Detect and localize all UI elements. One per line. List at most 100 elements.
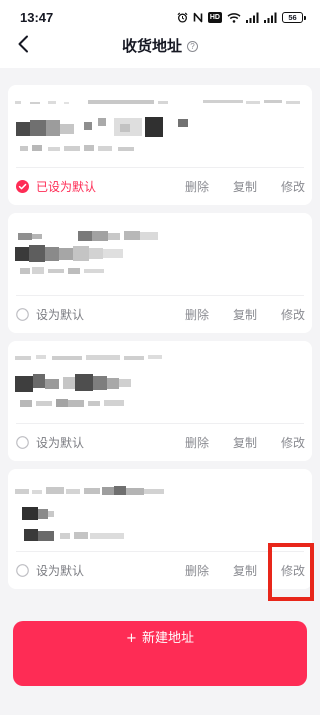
default-label: 已设为默认 (36, 179, 97, 194)
redacted-address (8, 213, 312, 293)
redacted-pixel (78, 231, 92, 241)
redacted-pixel (15, 489, 29, 494)
title-group: 收货地址 ? (0, 36, 320, 56)
copy-button[interactable]: 复制 (233, 180, 257, 194)
edit-button[interactable]: 修改 (281, 308, 305, 322)
redacted-pixel (124, 356, 144, 360)
redacted-pixel (75, 374, 93, 391)
redacted-pixel (46, 487, 64, 494)
redacted-pixel (24, 529, 38, 541)
delete-button[interactable]: 删除 (185, 436, 209, 450)
redacted-address (8, 85, 312, 165)
checked-circle-icon (16, 180, 29, 193)
copy-button[interactable]: 复制 (233, 564, 257, 578)
redacted-pixel (32, 267, 44, 274)
delete-button[interactable]: 删除 (185, 180, 209, 194)
redacted-pixel (118, 147, 134, 151)
redacted-pixel (56, 399, 68, 407)
address-card[interactable]: 设为默认 删除 复制 修改 (8, 213, 312, 333)
redacted-pixel (74, 532, 88, 539)
redacted-pixel (98, 146, 112, 151)
set-default-toggle[interactable]: 已设为默认 (16, 168, 96, 205)
redacted-pixel (108, 233, 120, 240)
redacted-pixel (15, 356, 31, 360)
redacted-pixel (22, 507, 38, 520)
redacted-pixel (84, 122, 92, 130)
address-card[interactable]: 已设为默认 删除 复制 修改 (8, 85, 312, 205)
address-card[interactable]: 设为默认 删除 复制 修改 (8, 469, 312, 589)
redacted-pixel (32, 145, 42, 151)
redacted-pixel (119, 379, 131, 387)
nfc-icon (193, 12, 203, 23)
redacted-pixel (60, 124, 74, 134)
redacted-pixel (89, 248, 103, 259)
delete-button[interactable]: 删除 (185, 564, 209, 578)
redacted-pixel (20, 268, 30, 274)
redacted-pixel (33, 374, 45, 388)
default-label: 设为默认 (36, 307, 85, 322)
redacted-pixel (88, 100, 154, 104)
alarm-icon (177, 12, 188, 23)
redacted-pixel (124, 231, 140, 240)
redacted-pixel (38, 531, 54, 541)
default-label: 设为默认 (36, 563, 85, 578)
redacted-pixel (48, 147, 60, 151)
redacted-pixel (52, 356, 82, 360)
set-default-toggle[interactable]: 设为默认 (16, 552, 84, 589)
card-actions: 删除 复制 修改 (185, 424, 305, 461)
redacted-pixel (46, 120, 60, 136)
edit-button[interactable]: 修改 (281, 436, 305, 450)
nav-header: 收货地址 ? (0, 34, 320, 68)
set-default-toggle[interactable]: 设为默认 (16, 424, 84, 461)
card-actions: 删除 复制 修改 (185, 296, 305, 333)
redacted-pixel (18, 233, 32, 240)
redacted-pixel (29, 245, 45, 262)
redacted-pixel (30, 102, 40, 104)
redacted-pixel (48, 101, 56, 104)
redacted-pixel (120, 124, 130, 132)
redacted-pixel (64, 146, 80, 151)
hd-icon: HD (207, 12, 222, 23)
redacted-pixel (103, 249, 123, 258)
card-footer: 已设为默认 删除 复制 修改 (8, 168, 312, 205)
redacted-pixel (36, 401, 52, 406)
redacted-pixel (64, 102, 69, 104)
redacted-pixel (48, 511, 54, 517)
address-card[interactable]: 设为默认 删除 复制 修改 (8, 341, 312, 461)
redacted-pixel (63, 377, 75, 389)
radio-unchecked-icon (16, 308, 29, 321)
wifi-icon (227, 12, 241, 23)
redacted-pixel (32, 234, 42, 239)
question-circle-icon[interactable]: ? (187, 40, 198, 52)
signal-icon (246, 12, 259, 23)
new-address-button[interactable]: + 新建地址 (13, 621, 307, 686)
redacted-pixel (45, 379, 59, 389)
redacted-pixel (86, 355, 120, 360)
redacted-pixel (32, 490, 42, 494)
redacted-address (8, 469, 312, 549)
redacted-pixel (93, 376, 107, 390)
card-footer: 设为默认 删除 复制 修改 (8, 424, 312, 461)
redacted-pixel (104, 400, 124, 406)
redacted-pixel (59, 248, 73, 260)
redacted-pixel (286, 101, 300, 104)
redacted-pixel (36, 355, 46, 359)
redacted-pixel (20, 400, 32, 407)
redacted-pixel (98, 118, 106, 126)
edit-button[interactable]: 修改 (281, 180, 305, 194)
redacted-pixel (246, 101, 260, 104)
delete-button[interactable]: 删除 (185, 308, 209, 322)
status-bar: 13:47 HD 56 (0, 0, 320, 34)
plus-icon: + (126, 631, 137, 646)
redacted-pixel (158, 101, 168, 104)
card-actions: 删除 复制 修改 (185, 168, 305, 205)
redacted-pixel (45, 247, 59, 261)
copy-button[interactable]: 复制 (233, 436, 257, 450)
redacted-pixel (15, 247, 29, 261)
new-address-label: 新建地址 (141, 631, 194, 646)
default-label: 设为默认 (36, 435, 85, 450)
set-default-toggle[interactable]: 设为默认 (16, 296, 84, 333)
battery-icon: 56 (282, 12, 306, 23)
copy-button[interactable]: 复制 (233, 308, 257, 322)
radio-unchecked-icon (16, 564, 29, 577)
